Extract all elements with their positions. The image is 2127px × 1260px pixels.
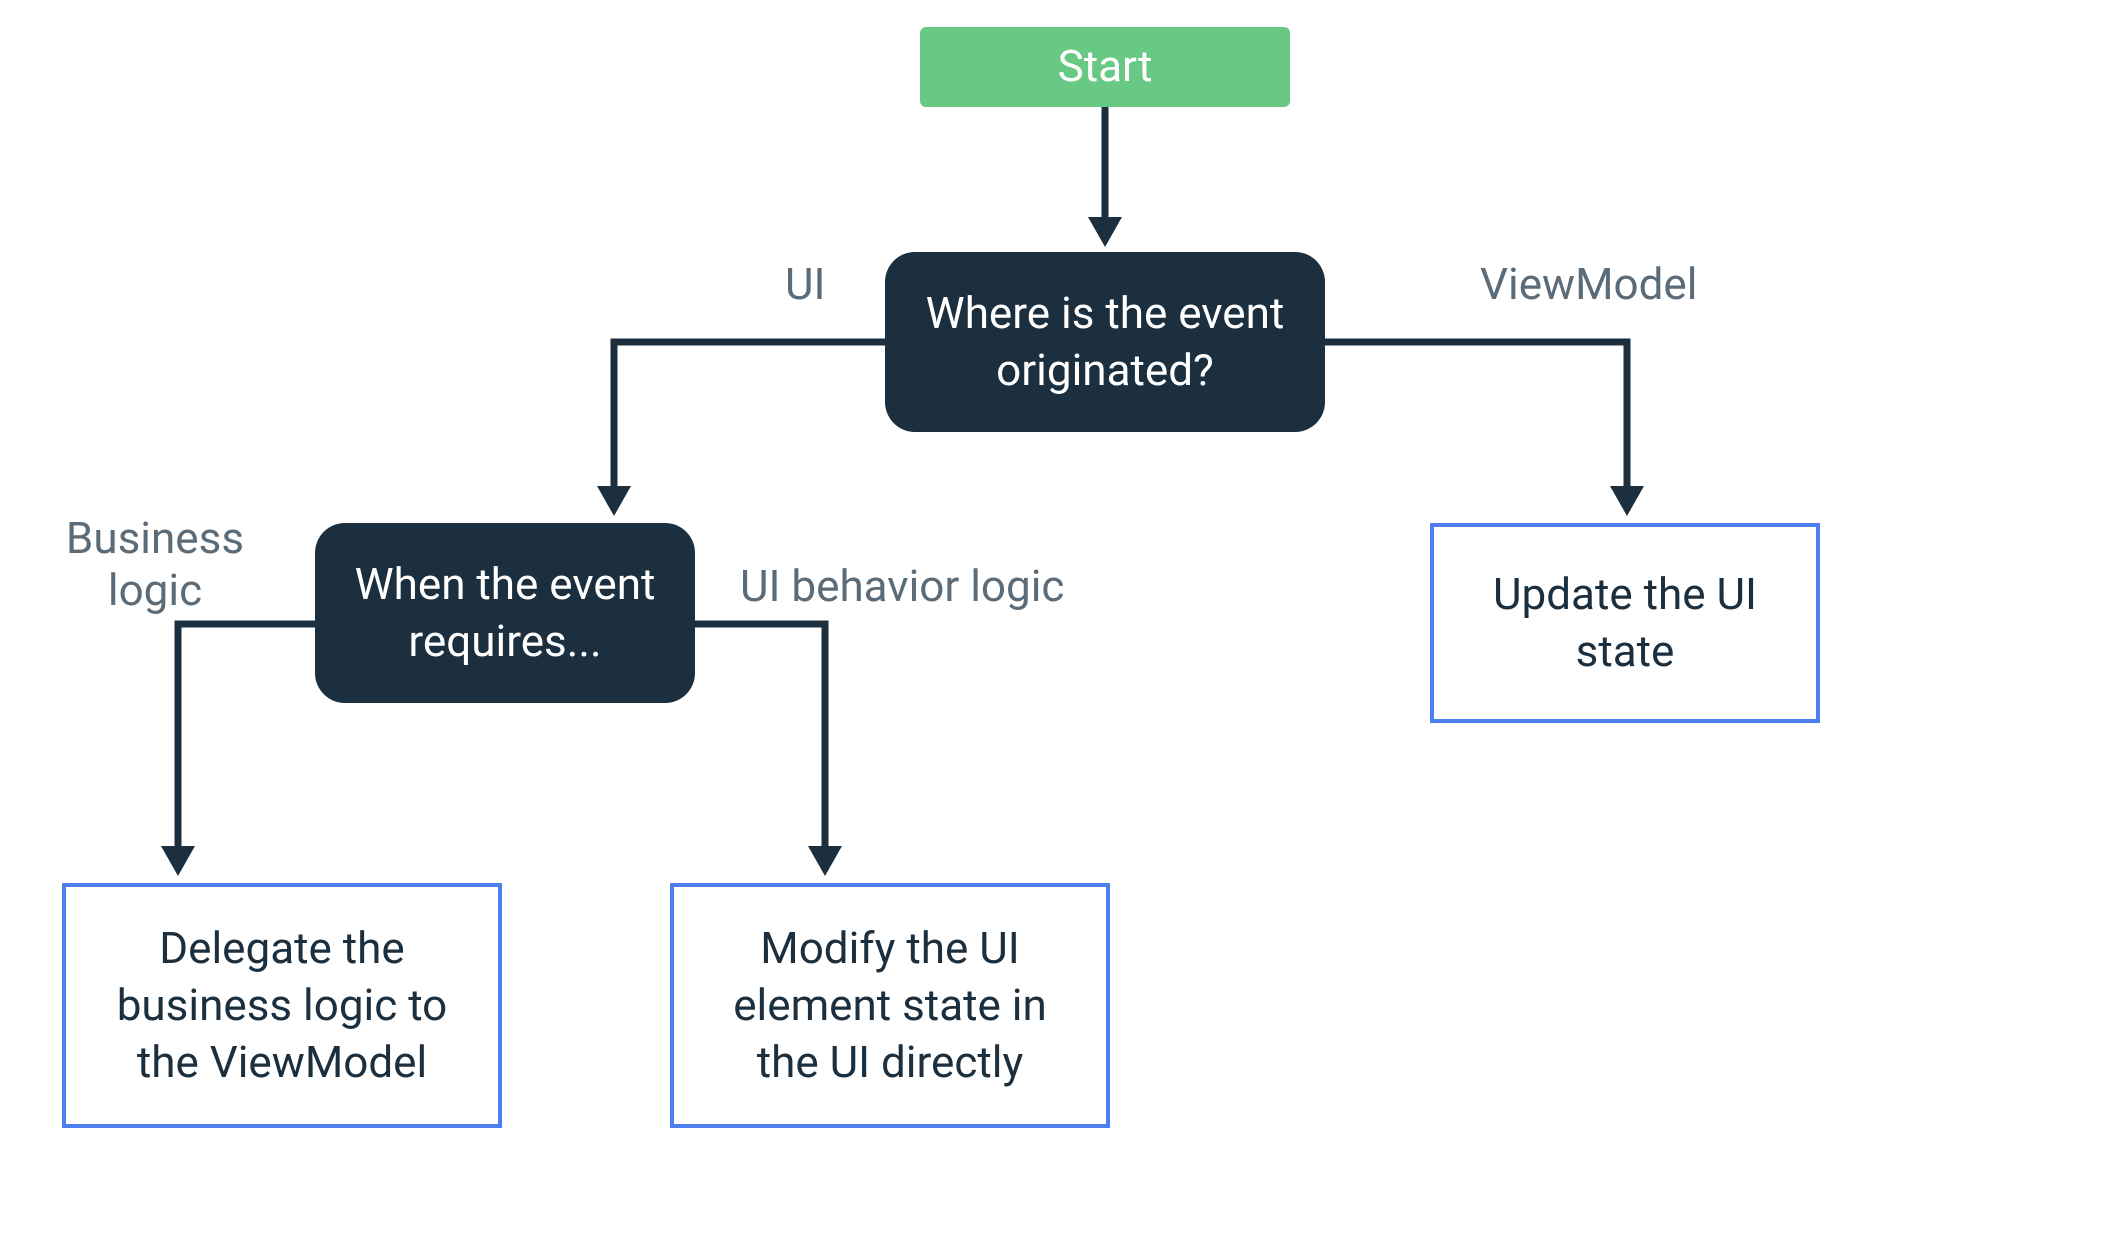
arrow-decision2-left: [150, 620, 320, 878]
outcome-update-ui-state: Update the UI state: [1430, 523, 1820, 723]
arrow-decision2-right: [695, 620, 865, 878]
arrow-start-to-decision1: [1080, 107, 1130, 247]
decision1-label: Where is the event originated?: [915, 285, 1295, 399]
outcome-modify-label: Modify the UI element state in the UI di…: [704, 920, 1076, 1092]
outcome-modify-ui-element: Modify the UI element state in the UI di…: [670, 883, 1110, 1128]
edge-label-ui-behavior-logic: UI behavior logic: [740, 560, 1064, 612]
outcome-update-label: Update the UI state: [1464, 566, 1786, 680]
edge-label-viewmodel: ViewModel: [1480, 258, 1697, 310]
decision-event-origin: Where is the event originated?: [885, 252, 1325, 432]
outcome-delegate-business-logic: Delegate the business logic to the ViewM…: [62, 883, 502, 1128]
edge-label-ui: UI: [785, 258, 826, 310]
arrow-decision1-right: [1325, 338, 1635, 518]
start-label: Start: [1058, 38, 1153, 95]
outcome-delegate-label: Delegate the business logic to the ViewM…: [96, 920, 468, 1092]
decision-event-requires: When the event requires...: [315, 523, 695, 703]
arrow-decision1-left: [610, 338, 890, 518]
start-node: Start: [920, 27, 1290, 107]
decision2-label: When the event requires...: [345, 556, 665, 670]
edge-label-business-logic: Business logic: [25, 512, 285, 616]
